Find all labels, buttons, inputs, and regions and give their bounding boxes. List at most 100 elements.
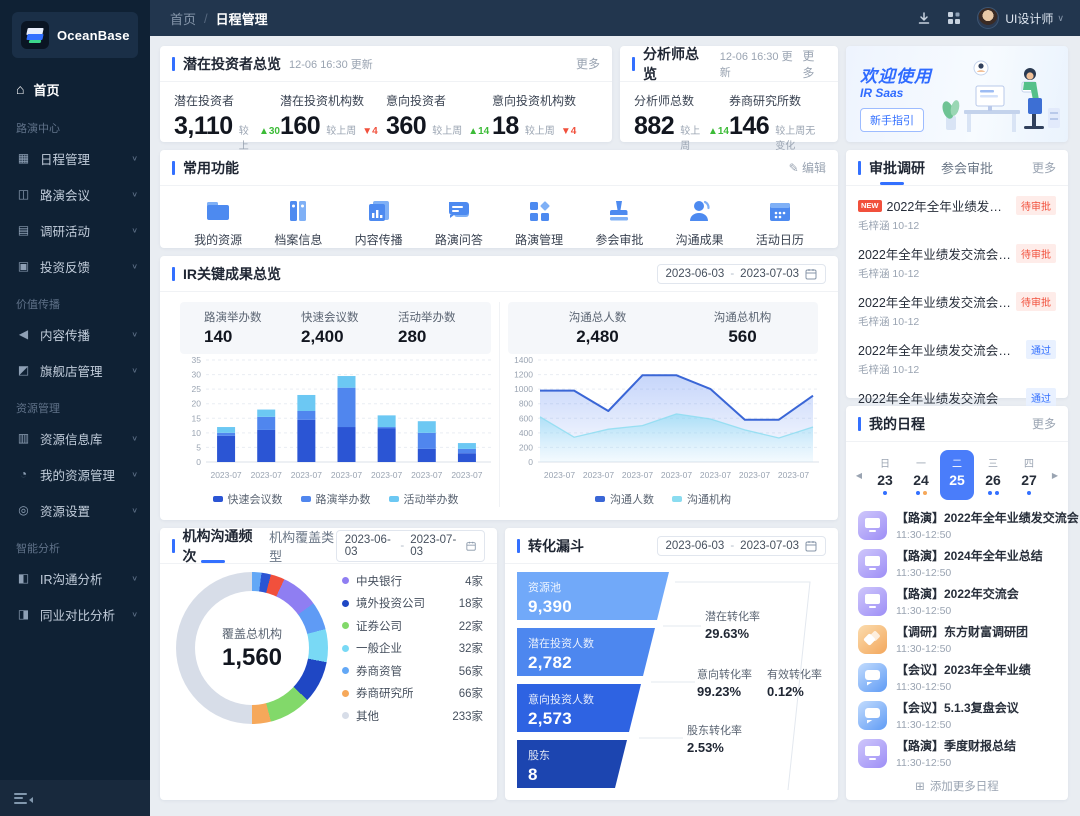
rate-shareholder: 股东转化率 2.53% <box>687 725 742 755</box>
sidebar-item-schedule-mgmt[interactable]: ▦ 日程管理 ∨ <box>0 140 150 176</box>
collapse-sidebar-button[interactable] <box>14 792 33 804</box>
card-title: 转化漏斗 <box>517 536 584 556</box>
schedule-item[interactable]: 【路演】季度财报总结 11:30-12:50 <box>858 734 1056 772</box>
calendar-day-27[interactable]: 四 27 <box>1012 450 1046 500</box>
approval-item[interactable]: 2022年全年业绩发交流会绩发 待审批 毛梓涵 10-12 <box>858 286 1056 334</box>
sidebar-item-roadshow-meeting[interactable]: ◫ 路演会议 ∨ <box>0 176 150 212</box>
sidebar: OceanBase ⌂ 首页 路演中心 ▦ 日程管理 ∨ ◫ 路演会议 ∨ ▤ 调研活动 ∨… <box>0 0 150 816</box>
quick-item-roadshow-qa[interactable]: 路演问答 <box>419 196 499 248</box>
topbar: 首页 / 日程管理 UI设计师 ∨ <box>150 0 1080 36</box>
approval-meta: 毛梓涵 10-12 <box>858 316 920 328</box>
sidebar-section-smart-analysis: 智能分析 <box>16 543 60 555</box>
approval-item[interactable]: NEW 2022年全年业绩发交流会绩... 待审批 毛梓涵 10-12 <box>858 190 1056 238</box>
edit-link[interactable]: ✎ 编辑 <box>789 159 826 176</box>
calendar-day-25-selected[interactable]: 二 25 <box>940 450 974 500</box>
schedule-item[interactable]: 【会议】5.1.3复盘会议 11:30-12:50 <box>858 696 1056 734</box>
sidebar-item-ir-comm-analysis[interactable]: ◧ IR沟通分析 ∨ <box>0 560 150 596</box>
calendar-day-24[interactable]: 一 24 <box>904 450 938 500</box>
svg-text:5: 5 <box>196 442 201 452</box>
more-link[interactable]: 更多 <box>802 47 826 81</box>
line-chart-legend: 沟通人数 沟通机构 <box>508 491 818 507</box>
schedule-item[interactable]: 【路演】2022年交流会 11:30-12:50 <box>858 582 1056 620</box>
newbie-guide-button[interactable]: 新手指引 <box>860 108 924 132</box>
brand-logo[interactable]: OceanBase <box>12 12 138 58</box>
quick-item-activity-calendar[interactable]: 活动日历 <box>740 196 820 248</box>
svg-text:2023-07: 2023-07 <box>778 470 809 480</box>
library-icon: ▥ <box>17 431 30 445</box>
approvals-card: 审批调研 参会审批 更多 NEW 2022年全年业绩发交流会绩... 待审批 毛… <box>846 150 1068 424</box>
tab-coverage-type[interactable]: 机构覆盖类型 <box>269 528 336 564</box>
user-menu[interactable]: UI设计师 ∨ <box>977 7 1064 29</box>
download-icon[interactable] <box>917 11 931 25</box>
stat-value: 18 <box>492 112 519 140</box>
sidebar-item-my-resources[interactable]: ◔ 我的资源管理 ∨ <box>0 456 150 492</box>
tab-comm-frequency[interactable]: 机构沟通频次 <box>172 528 253 564</box>
svg-text:25: 25 <box>192 384 202 394</box>
schedule-item[interactable]: 【调研】东方财富调研团 11:30-12:50 <box>858 620 1056 658</box>
tab-meeting-approval[interactable]: 参会审批 <box>941 150 993 185</box>
meeting-icon <box>858 700 887 730</box>
donut-legend: 中央银行 4家 境外投资公司 18家 证券公司 22家 一般企业 32家 券商资管 56家… <box>342 573 483 724</box>
breadcrumb-home[interactable]: 首页 <box>170 9 196 28</box>
stat-value: 3,110 <box>174 112 233 140</box>
sidebar-section-value-spread: 价值传播 <box>16 299 60 311</box>
quick-item-roadshow-mgmt[interactable]: 路演管理 <box>499 196 579 248</box>
calendar-day-23[interactable]: 日 23 <box>868 450 902 500</box>
calendar-icon <box>805 540 817 551</box>
delta-down: ▼4 <box>560 126 577 137</box>
schedule-item[interactable]: 【会议】2023年全年业绩 11:30-12:50 <box>858 658 1056 696</box>
schedule-item[interactable]: 【路演】2024年全年业总结 11:30-12:50 <box>858 544 1056 582</box>
sidebar-item-flagship-store[interactable]: ◩ 旗舰店管理 ∨ <box>0 352 150 388</box>
svg-text:2023-07: 2023-07 <box>371 470 402 480</box>
chevron-down-icon: ∨ <box>131 329 138 338</box>
chevron-down-icon: ∨ <box>131 365 138 374</box>
quick-item-comm-results[interactable]: 沟通成果 <box>660 196 740 248</box>
tab-approval-survey[interactable]: 审批调研 <box>858 150 925 185</box>
more-link[interactable]: 更多 <box>1032 159 1056 176</box>
svg-text:2023-07: 2023-07 <box>661 470 692 480</box>
sidebar-item-home[interactable]: ⌂ 首页 <box>0 70 150 108</box>
approval-item[interactable]: 2022年全年业绩发交流会绩发 通过 毛梓涵 10-12 <box>858 334 1056 382</box>
chevron-down-icon: ∨ <box>131 189 138 198</box>
more-link[interactable]: 更多 <box>576 55 600 72</box>
date-range-picker[interactable]: 2023-06-03-2023-07-03 <box>656 535 826 556</box>
sidebar-item-resource-settings[interactable]: ◎ 资源设置 ∨ <box>0 492 150 528</box>
quick-item-my-resources[interactable]: 我的资源 <box>178 196 258 248</box>
date-range-picker[interactable]: 2023-06-03-2023-07-03 <box>656 263 826 284</box>
more-link[interactable]: 更多 <box>1032 415 1056 432</box>
calendar-day-26[interactable]: 三 26 <box>976 450 1010 500</box>
sidebar-item-survey-activity[interactable]: ▤ 调研活动 ∨ <box>0 212 150 248</box>
gear-icon: ◎ <box>18 503 29 517</box>
add-more-schedule-button[interactable]: ⊞ 添加更多日程 <box>846 778 1068 794</box>
sidebar-item-peer-compare[interactable]: ◨ 同业对比分析 ∨ <box>0 596 150 632</box>
sidebar-section-roadshow-center: 路演中心 <box>16 123 60 135</box>
quick-item-content-spread[interactable]: 内容传播 <box>339 196 419 248</box>
legend-item: 券商资管 56家 <box>342 663 483 679</box>
apps-grid-icon[interactable] <box>947 11 961 25</box>
ir-key-results-card: IR关键成果总览 2023-06-03-2023-07-03 路演举办数 140 … <box>160 256 838 520</box>
quick-item-meeting-approval[interactable]: 参会审批 <box>579 196 659 248</box>
date-range-picker[interactable]: 2023-06-03-2023-07-03 <box>335 529 485 562</box>
card-title: 潜在投资者总览 <box>172 54 281 74</box>
prev-day-arrow[interactable]: ◀ <box>852 471 866 480</box>
chevron-down-icon: ∨ <box>131 153 138 162</box>
schedule-item[interactable]: 【路演】2022年全年业绩发交流会 11:30-12:50 <box>858 506 1079 544</box>
sidebar-item-content-spread[interactable]: ◀ 内容传播 ∨ <box>0 316 150 352</box>
quick-item-archive-info[interactable]: 档案信息 <box>258 196 338 248</box>
svg-text:2023-07: 2023-07 <box>291 470 322 480</box>
next-day-arrow[interactable]: ▶ <box>1048 471 1062 480</box>
stat-value: 160 <box>280 112 321 140</box>
approval-item[interactable]: 2022年全年业绩发交流会绩发 待审批 毛梓涵 10-12 <box>858 238 1056 286</box>
sidebar-item-resource-library[interactable]: ▥ 资源信息库 ∨ <box>0 420 150 456</box>
svg-text:2023-07: 2023-07 <box>251 470 282 480</box>
add-icon: ⊞ <box>915 781 925 793</box>
svg-text:0: 0 <box>528 457 533 467</box>
status-badge: 待审批 <box>1016 292 1056 311</box>
card-title: 我的日程 <box>858 414 925 434</box>
status-badge: 通过 <box>1026 388 1056 407</box>
donut-chart: 覆盖总机构 1,560 <box>176 572 328 724</box>
sidebar-item-invest-feedback[interactable]: ▣ 投资反馈 ∨ <box>0 248 150 284</box>
dashboard-page: OceanBase ⌂ 首页 路演中心 ▦ 日程管理 ∨ ◫ 路演会议 ∨ ▤ 调研活动 ∨… <box>0 0 1080 816</box>
roadshow-icon <box>858 586 887 616</box>
screen-icon: ◫ <box>17 187 30 201</box>
